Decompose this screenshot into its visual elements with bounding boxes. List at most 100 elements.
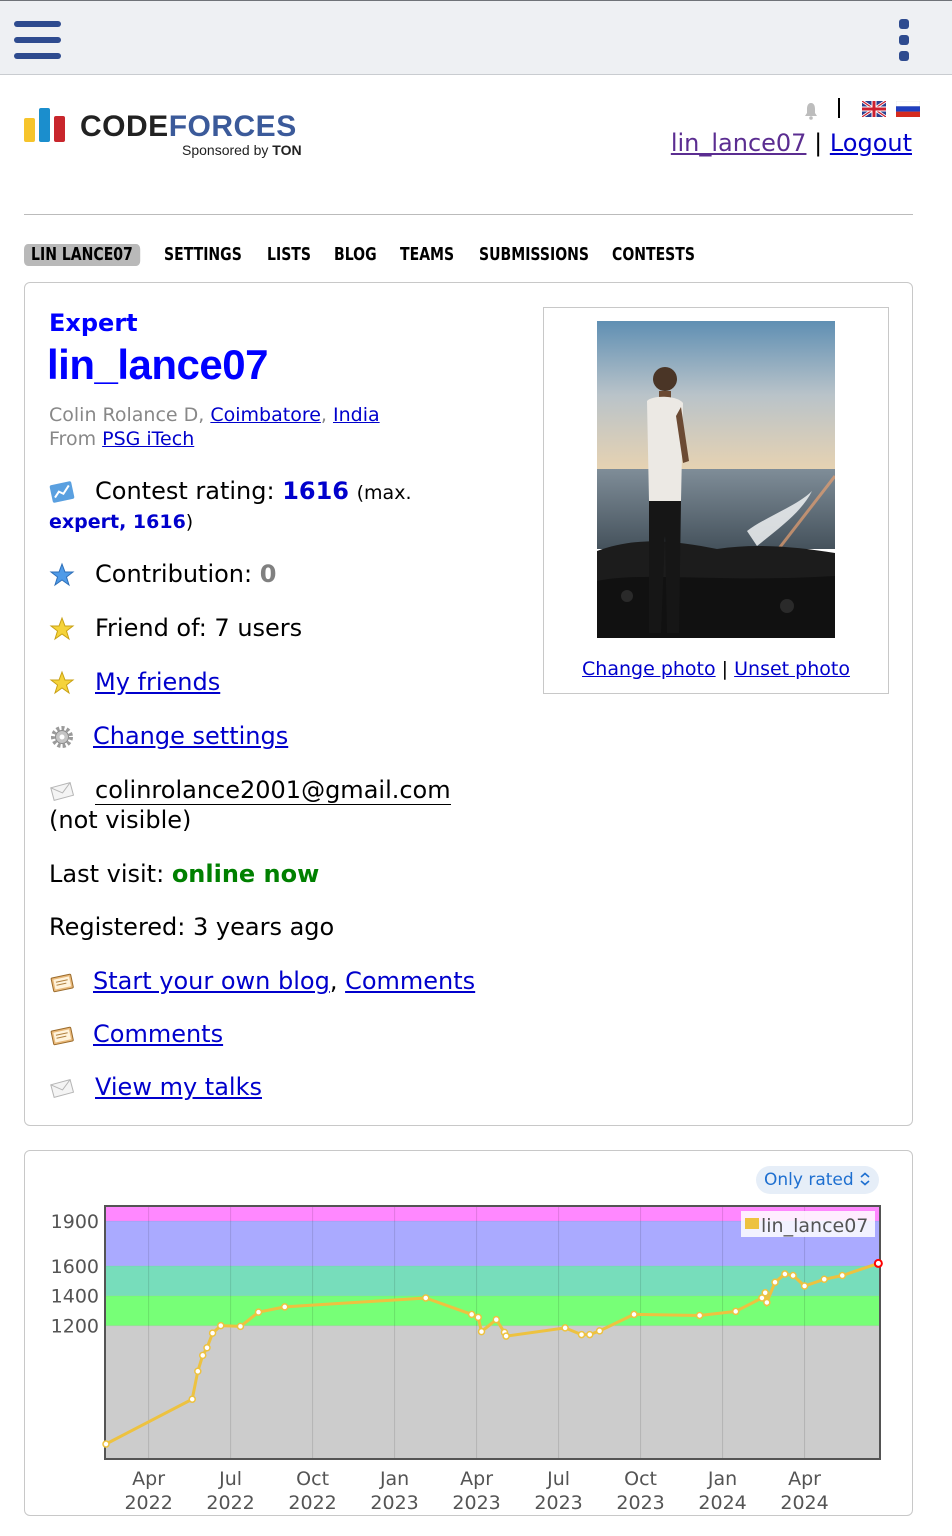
rating-point — [761, 1288, 769, 1297]
rating-point — [203, 1344, 211, 1352]
email-value: colinrolance2001@gmail.com — [95, 776, 451, 805]
rating-chart-box: Only rated 1200 1400 1600 1900 Apr 2022 Jul 202… — [24, 1150, 913, 1516]
x-tick-label-month: Jan — [707, 1468, 737, 1490]
rating-point — [695, 1311, 704, 1320]
rating-point — [208, 1329, 217, 1337]
max-rating-row: expert, 1616) — [49, 511, 194, 533]
profile-info-box: Expert lin_lance07 Colin Rolance D, Coim… — [24, 282, 913, 1126]
start-blog-link[interactable]: Start your own blog — [93, 967, 330, 995]
legend-label: lin_lance07 — [761, 1215, 868, 1237]
last-visit-row: Last visit: online now — [49, 860, 320, 888]
comments-book-icon — [50, 1026, 74, 1046]
logo-bars-icon — [24, 104, 68, 142]
rating-point — [771, 1278, 779, 1287]
rating-point — [502, 1332, 510, 1340]
organization-link[interactable]: PSG iTech — [102, 428, 194, 450]
rating-point — [102, 1440, 110, 1448]
legend-swatch — [745, 1218, 759, 1229]
english-flag-icon[interactable] — [862, 101, 886, 117]
notification-bell-icon[interactable] — [803, 102, 819, 120]
header-user-area: lin_lance07 | Logout — [671, 96, 920, 157]
x-tick-label-month: Oct — [624, 1468, 657, 1490]
rating-point — [474, 1313, 482, 1322]
x-tick-label-year: 2022 — [206, 1492, 254, 1514]
rating-point — [731, 1307, 740, 1316]
max-rating-value: expert, 1616 — [49, 511, 186, 533]
gold-star-icon — [49, 616, 75, 641]
country-link[interactable]: India — [333, 404, 380, 426]
rating-point — [763, 1298, 771, 1307]
rating-point — [561, 1324, 569, 1332]
tab-lists[interactable]: LISTS — [260, 244, 318, 266]
rating-point — [194, 1367, 202, 1375]
x-tick-label-month: Apr — [788, 1468, 821, 1490]
blog-comments-link[interactable]: Comments — [345, 967, 475, 995]
user-organization: From PSG iTech — [49, 428, 195, 450]
x-tick-label-month: Apr — [460, 1468, 493, 1490]
russian-flag-icon[interactable] — [896, 101, 920, 117]
rating-value: 1616 — [282, 477, 349, 505]
rating-point — [838, 1271, 847, 1280]
header-divider — [24, 214, 913, 215]
x-tick-label-month: Jul — [218, 1468, 242, 1490]
user-handle: lin_lance07 — [47, 341, 268, 388]
hamburger-menu-icon[interactable] — [14, 21, 61, 59]
profile-photo — [597, 321, 835, 638]
rating-point — [188, 1395, 196, 1403]
rating-point — [577, 1330, 586, 1339]
email-note: (not visible) — [49, 806, 192, 834]
user-name-location: Colin Rolance D, Coimbatore, India — [49, 404, 380, 426]
unset-photo-link[interactable]: Unset photo — [734, 658, 850, 680]
rating-point — [422, 1294, 430, 1302]
comments-link[interactable]: Comments — [93, 1020, 223, 1048]
city-link[interactable]: Coimbatore — [210, 404, 321, 426]
x-tick-label-month: Apr — [132, 1468, 165, 1490]
x-tick-label-year: 2024 — [780, 1492, 828, 1514]
x-tick-label-year: 2023 — [370, 1492, 418, 1514]
logout-link[interactable]: Logout — [830, 129, 912, 157]
my-friends-link[interactable]: My friends — [95, 668, 220, 696]
x-tick-label-month: Oct — [296, 1468, 329, 1490]
gear-icon — [51, 726, 73, 748]
tab-blog[interactable]: BLOG — [327, 244, 384, 266]
x-tick-label-year: 2023 — [534, 1492, 582, 1514]
change-photo-link[interactable]: Change photo — [582, 658, 716, 680]
x-tick-label-year: 2022 — [124, 1492, 172, 1514]
tab-profile[interactable]: LIN LANCE07 — [24, 244, 140, 266]
tab-submissions[interactable]: SUBMISSIONS — [472, 244, 596, 266]
rating-point — [800, 1282, 809, 1290]
codeforces-logo[interactable]: CODEFORCES Sponsored by TON — [24, 104, 324, 164]
rating-point — [820, 1275, 828, 1284]
tab-settings[interactable]: SETTINGS — [157, 244, 249, 266]
rating-band-0 — [105, 1325, 880, 1459]
x-tick-label-month: Jul — [546, 1468, 570, 1490]
rating-point — [217, 1321, 225, 1330]
blue-star-icon — [49, 562, 75, 587]
view-talks-link[interactable]: View my talks — [95, 1073, 262, 1101]
user-rank: Expert — [49, 309, 138, 337]
x-tick-label-year: 2024 — [698, 1492, 746, 1514]
change-settings-link[interactable]: Change settings — [93, 722, 288, 750]
header-separator — [838, 98, 840, 118]
rating-chart: 1200140016001900Apr2022Jul2022Oct2022Jan… — [51, 1205, 883, 1514]
browser-toolbar — [0, 0, 952, 75]
rating-point — [585, 1330, 594, 1339]
rating-point — [873, 1258, 883, 1268]
more-options-icon[interactable] — [898, 19, 910, 61]
rating-point — [467, 1310, 476, 1319]
y-tick-label: 1600 — [51, 1256, 99, 1278]
header-link-separator: | — [814, 129, 823, 157]
tab-contests[interactable]: CONTESTS — [605, 244, 702, 266]
x-tick-label-year: 2023 — [452, 1492, 500, 1514]
gold-star-icon — [49, 670, 75, 695]
rating-point — [254, 1308, 263, 1316]
header-username-link[interactable]: lin_lance07 — [671, 129, 807, 157]
profile-photo-box: Change photo | Unset photo — [543, 307, 889, 694]
rating-point — [595, 1327, 604, 1335]
envelope-icon — [50, 1079, 75, 1098]
tab-teams[interactable]: TEAMS — [393, 244, 461, 266]
x-tick-label-year: 2022 — [288, 1492, 336, 1514]
photo-actions: Change photo | Unset photo — [582, 658, 850, 680]
rating-point — [630, 1310, 638, 1319]
envelope-icon — [50, 782, 75, 801]
